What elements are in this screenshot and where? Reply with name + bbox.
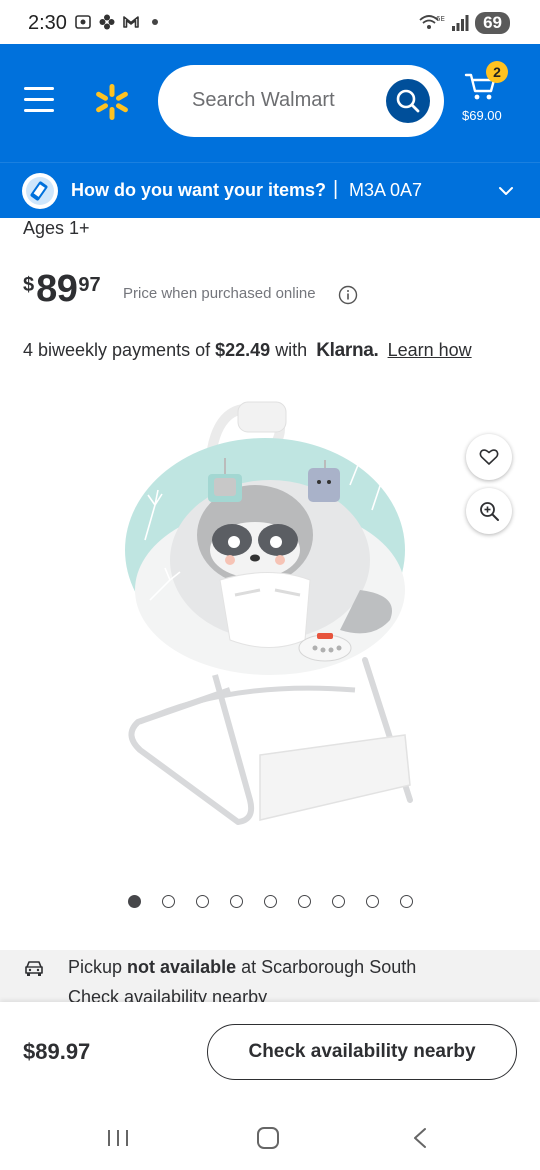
- more-notifications-dot: [152, 19, 158, 25]
- walmart-spark-logo[interactable]: [92, 82, 132, 122]
- klarna-amount: $22.49: [215, 340, 271, 360]
- product-image[interactable]: [110, 390, 420, 860]
- screenshot-icon: [75, 15, 91, 29]
- klarna-offer: 4 biweekly payments of $22.49 with Klarn…: [23, 340, 472, 362]
- klarna-prefix: 4 biweekly payments of: [23, 340, 211, 360]
- svg-text:6E: 6E: [436, 15, 445, 23]
- pickup-availability: Pickup not available at Scarborough Sout…: [0, 950, 540, 1002]
- klarna-logo: Klarna.: [316, 340, 379, 361]
- carousel-dot[interactable]: [400, 895, 413, 908]
- price-note: Price when purchased online: [123, 285, 316, 302]
- postal-code: M3A 0A7: [349, 180, 423, 200]
- menu-icon[interactable]: [24, 87, 54, 113]
- status-time: 2:30: [28, 12, 67, 34]
- cart-total: $69.00: [462, 108, 502, 123]
- check-availability-link[interactable]: Check availability nearby: [68, 987, 267, 1002]
- signal-icon: [452, 15, 469, 31]
- price-cents: 97: [78, 274, 101, 296]
- favorite-button[interactable]: [466, 434, 512, 480]
- zoom-in-icon: [480, 502, 499, 521]
- delivery-question: How do you want your items?: [71, 180, 327, 200]
- pickup-status: Pickup not available at Scarborough Sout…: [68, 957, 416, 978]
- android-navigation-bar: [0, 1102, 540, 1170]
- cart-count-badge: 2: [486, 61, 508, 83]
- cart-button[interactable]: 2 $69.00: [462, 61, 512, 146]
- search-input[interactable]: Search Walmart: [158, 65, 444, 137]
- gmail-icon: [123, 16, 139, 28]
- car-icon: [25, 961, 43, 976]
- search-placeholder: Search Walmart: [192, 89, 335, 111]
- learn-how-link[interactable]: Learn how: [388, 340, 472, 360]
- wifi-6e-icon: 6E: [419, 15, 445, 29]
- carousel-dot[interactable]: [230, 895, 243, 908]
- carousel-dot[interactable]: [264, 895, 277, 908]
- chevron-down-icon[interactable]: [496, 181, 516, 201]
- search-button[interactable]: [386, 79, 430, 123]
- zoom-button[interactable]: [466, 488, 512, 534]
- age-range: Ages 1+: [23, 218, 90, 238]
- product-price: $ 89 97: [23, 270, 101, 308]
- heart-icon: [479, 449, 499, 465]
- klarna-with: with: [275, 340, 308, 360]
- info-icon[interactable]: [338, 285, 358, 305]
- app-header: Search Walmart 2 $69.00: [0, 44, 540, 162]
- pickup-label: Pickup: [68, 957, 123, 977]
- search-icon: [396, 89, 420, 113]
- carousel-dot[interactable]: [162, 895, 175, 908]
- price-dollars: 89: [36, 268, 78, 310]
- home-icon[interactable]: [257, 1127, 279, 1149]
- price-currency: $: [23, 274, 35, 296]
- battery-indicator: 69: [475, 12, 510, 34]
- delivery-separator: |: [333, 178, 339, 200]
- pickup-location: at Scarborough South: [241, 957, 417, 977]
- carousel-dot[interactable]: [298, 895, 311, 908]
- system-icons: 6E 69: [419, 12, 510, 34]
- check-availability-button[interactable]: Check availability nearby: [207, 1024, 517, 1080]
- pickup-status-value: not available: [127, 957, 237, 977]
- notification-icons: [74, 13, 158, 31]
- carousel-dot[interactable]: [366, 895, 379, 908]
- sticky-action-bar: $89.97 Check availability nearby: [0, 1002, 540, 1102]
- fulfillment-selector[interactable]: How do you want your items? | M3A 0A7: [0, 162, 540, 218]
- recent-apps-icon[interactable]: [106, 1128, 130, 1148]
- back-icon[interactable]: [410, 1127, 430, 1149]
- image-carousel-dots: [128, 895, 413, 908]
- carousel-dot[interactable]: [128, 895, 141, 908]
- flower-icon: [99, 14, 115, 30]
- sticky-price: $89.97: [23, 1039, 91, 1064]
- delivery-icon: [22, 173, 58, 209]
- carousel-dot[interactable]: [196, 895, 209, 908]
- status-bar: 2:30 6E 69: [0, 0, 540, 44]
- carousel-dot[interactable]: [332, 895, 345, 908]
